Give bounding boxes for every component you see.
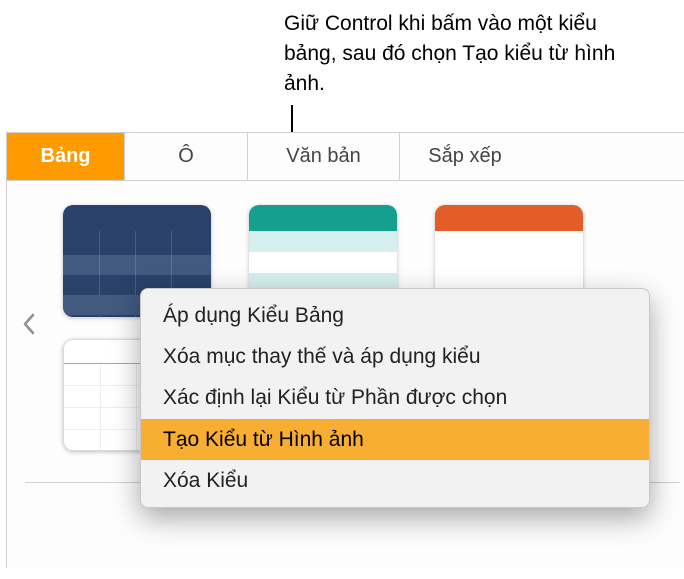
menu-item-clear-and-apply[interactable]: Xóa mục thay thế và áp dụng kiểu (141, 336, 649, 377)
menu-item-redefine-style[interactable]: Xác định lại Kiểu từ Phần được chọn (141, 377, 649, 418)
menu-item-apply-style[interactable]: Áp dụng Kiểu Bảng (141, 295, 649, 336)
tab-arrange[interactable]: Sắp xếp (400, 133, 530, 180)
tab-text[interactable]: Văn bản (248, 133, 400, 180)
tab-cell[interactable]: Ô (125, 133, 248, 180)
styles-nav-left[interactable] (19, 309, 39, 339)
tab-bar: Bảng Ô Văn bản Sắp xếp (7, 133, 684, 181)
callout-text: Giữ Control khi bấm vào một kiểu bảng, s… (284, 9, 626, 99)
chevron-left-icon (22, 313, 36, 335)
tab-table[interactable]: Bảng (7, 133, 125, 180)
menu-item-create-from-image[interactable]: Tạo Kiểu từ Hình ảnh (141, 419, 649, 460)
menu-item-delete-style[interactable]: Xóa Kiểu (141, 460, 649, 501)
table-style-context-menu: Áp dụng Kiểu Bảng Xóa mục thay thế và áp… (140, 288, 650, 508)
